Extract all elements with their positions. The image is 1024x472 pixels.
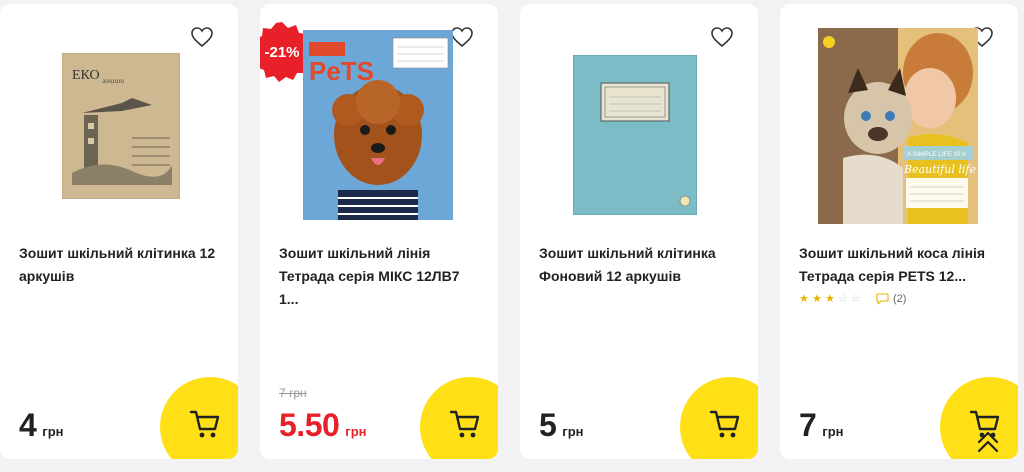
price-value: 5.50 (279, 407, 340, 443)
shopping-cart-icon (449, 410, 480, 438)
product-card: Зошит шкільний клітинка Фоновий 12 аркуш… (520, 4, 758, 459)
product-image[interactable]: PeTS (303, 30, 453, 220)
svg-text:зошит: зошит (102, 78, 124, 85)
price: 5.50 грн (279, 407, 367, 444)
star-empty-icon: ☆ (851, 293, 861, 305)
heart-outline-icon[interactable] (450, 26, 474, 48)
double-chevron-up-icon (977, 431, 999, 453)
svg-text:Beautiful life: Beautiful life (903, 163, 976, 176)
add-to-cart-button[interactable] (160, 377, 238, 459)
price-value: 5 (539, 407, 557, 443)
product-image[interactable]: ЕКО зошит (62, 53, 180, 199)
add-to-cart-button[interactable] (680, 377, 758, 459)
shopping-cart-icon (709, 410, 740, 438)
svg-text:PeTS: PeTS (309, 56, 374, 86)
product-title[interactable]: Зошит шкільний клітинка Фоновий 12 аркуш… (539, 242, 739, 288)
comment-icon (876, 292, 889, 305)
price-value: 4 (19, 407, 37, 443)
product-card: -21% PeTS Зошит шкільний лінія Тетрада с… (260, 4, 498, 459)
star-empty-icon: ☆ (838, 293, 848, 305)
reviews-count: (2) (893, 292, 907, 305)
reviews-link[interactable]: (2) (876, 293, 906, 305)
price-currency: грн (822, 424, 844, 439)
product-title[interactable]: Зошит шкільний лінія Тетрада серія МІКС … (279, 242, 479, 311)
star-filled-icon: ★ (812, 293, 822, 305)
product-title[interactable]: Зошит шкільний клітинка 12 аркушів (19, 242, 219, 288)
price: 4 грн (19, 407, 64, 444)
price-value: 7 (799, 407, 817, 443)
scroll-to-top-button[interactable] (965, 420, 1011, 460)
heart-outline-icon[interactable] (710, 26, 734, 48)
add-to-cart-button[interactable] (420, 377, 498, 459)
price-currency: грн (42, 424, 64, 439)
svg-text:ЕКО: ЕКО (72, 68, 100, 83)
product-image[interactable] (573, 55, 697, 215)
star-filled-icon: ★ (799, 293, 809, 305)
svg-text:A SIMPLE LIFE IS A: A SIMPLE LIFE IS A (907, 151, 967, 158)
star-filled-icon: ★ (825, 293, 835, 305)
price-currency: грн (345, 424, 367, 439)
rating[interactable]: ★ ★ ★ ☆ ☆ (2) (799, 292, 906, 306)
shopping-cart-icon (189, 410, 220, 438)
old-price: 7 грн (279, 386, 307, 400)
price-currency: грн (562, 424, 584, 439)
price: 5 грн (539, 407, 584, 444)
heart-outline-icon[interactable] (190, 26, 214, 48)
product-card: ЕКО зошит Зошит шкільний клітинка 12 арк… (0, 4, 238, 459)
price: 7 грн (799, 407, 844, 444)
product-title[interactable]: Зошит шкільний коса лінія Тетрада серія … (799, 242, 999, 288)
product-image[interactable]: A SIMPLE LIFE IS A Beautiful life (818, 28, 978, 224)
product-card: A SIMPLE LIFE IS A Beautiful life Зошит … (780, 4, 1018, 459)
